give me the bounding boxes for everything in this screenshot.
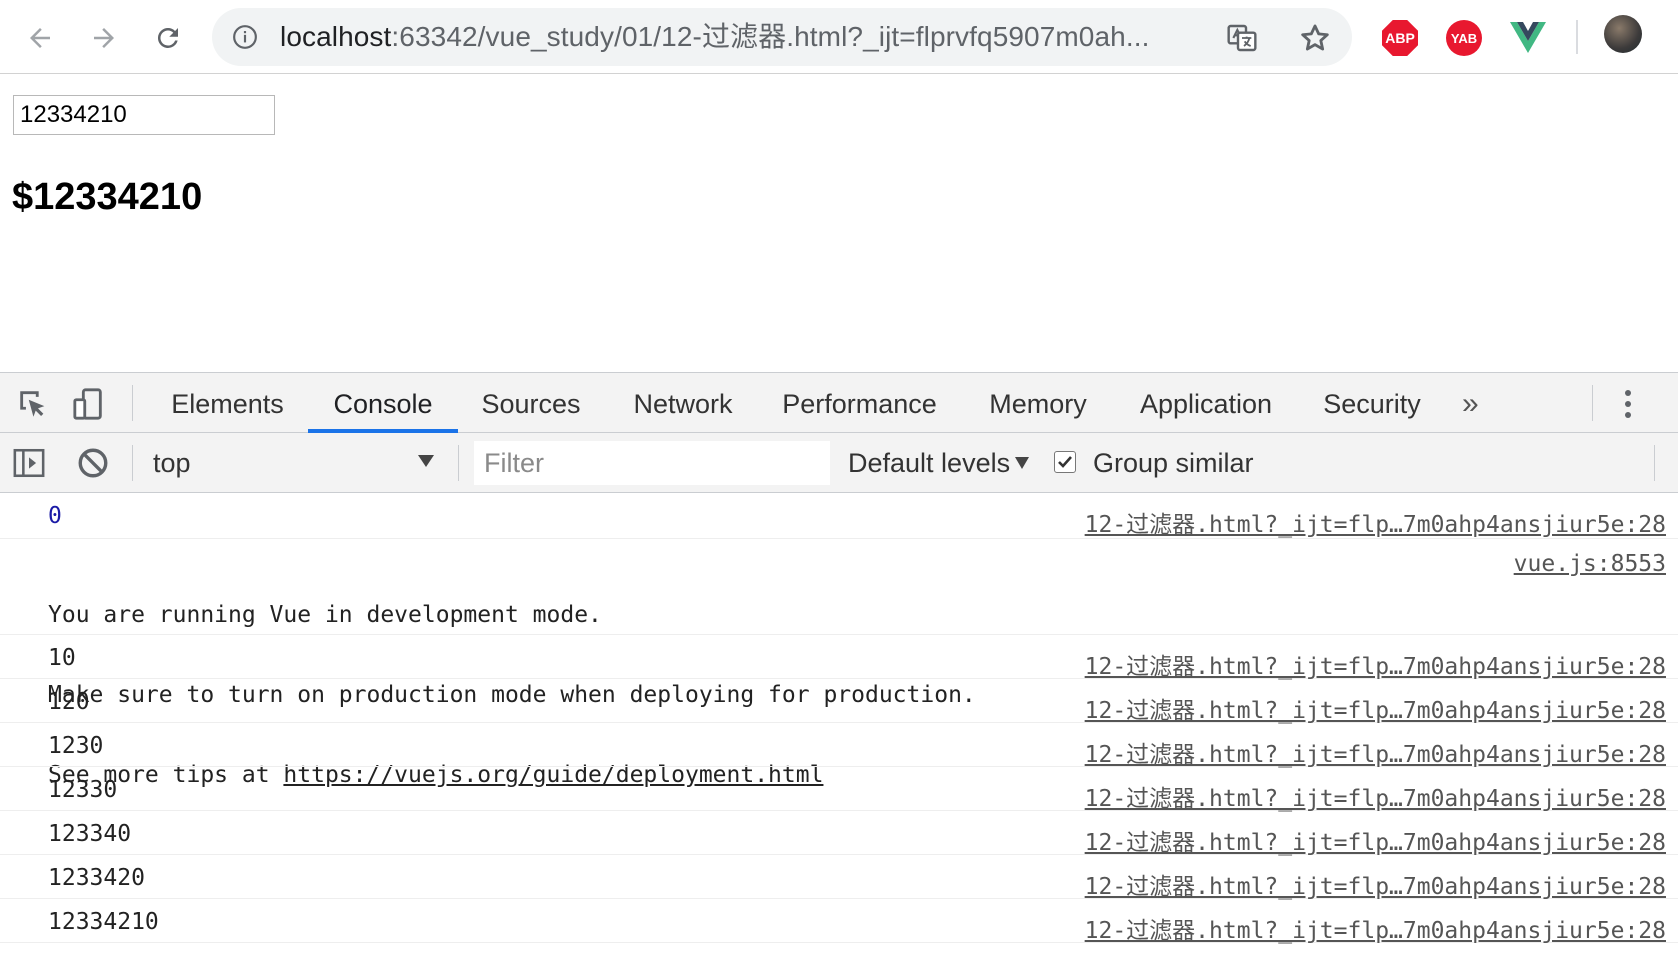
console-sidebar-toggle-icon[interactable] [12,446,46,480]
yab-extension[interactable]: YAB [1444,18,1484,58]
abp-icon: ABP [1382,20,1418,56]
tab-bar-separator-right [1592,385,1593,421]
console-messages: 0 12-过滤器.html?_ijt=flp…7m0ahp4ansjiur5e:… [0,493,1678,945]
forward-button[interactable] [84,18,124,58]
clear-console-icon[interactable] [76,446,110,480]
back-button[interactable] [20,18,60,58]
console-message: 0 [48,503,62,529]
reload-button[interactable] [148,18,188,58]
tab-elements[interactable]: Elements [160,373,295,433]
tab-application[interactable]: Application [1132,373,1280,433]
console-row: 1233420 12-过滤器.html?_ijt=flp…7m0ahp4ansj… [0,855,1678,901]
console-row: 120 12-过滤器.html?_ijt=flp…7m0ahp4ansjiur5… [0,679,1678,725]
console-filter-bar: top Default levels Group similar [0,433,1678,493]
console-filter-input[interactable] [474,441,830,485]
filter-bar-separator-2 [458,445,459,481]
tab-network[interactable]: Network [622,373,744,433]
console-row: 12334210 12-过滤器.html?_ijt=flp…7m0ahp4ans… [0,899,1678,945]
console-row: 123340 12-过滤器.html?_ijt=flp…7m0ahp4ansji… [0,811,1678,857]
console-message: 120 [48,689,90,715]
chevron-down-icon[interactable] [418,455,434,467]
vue-logo-icon [1510,22,1546,53]
tab-bar-separator [132,385,133,421]
source-link[interactable]: 12-过滤器.html?_ijt=flp…7m0ahp4ansjiur5e:28 [1085,647,1666,681]
adblock-plus-extension[interactable]: ABP [1380,18,1420,58]
browser-toolbar: localhost:63342/vue_study/01/12-过滤器.html… [0,0,1678,74]
source-link[interactable]: 12-过滤器.html?_ijt=flp…7m0ahp4ansjiur5e:28 [1085,823,1666,857]
source-link[interactable]: 12-过滤器.html?_ijt=flp…7m0ahp4ansjiur5e:28 [1085,867,1666,901]
source-link[interactable]: 12-过滤器.html?_ijt=flp…7m0ahp4ansjiur5e:28 [1085,911,1666,945]
device-toolbar-icon[interactable] [72,387,106,421]
yab-icon: YAB [1446,20,1482,56]
profile-avatar[interactable] [1604,15,1642,53]
arrow-left-icon [30,28,50,48]
devtools-menu-icon[interactable] [1622,389,1634,419]
toolbar-separator [1576,20,1578,54]
reload-icon [157,27,178,48]
filter-bar-separator [132,445,133,481]
console-row: 10 12-过滤器.html?_ijt=flp…7m0ahp4ansjiur5e… [0,635,1678,681]
log-levels-dropdown[interactable]: Default levels [848,433,1010,493]
console-message: 12330 [48,777,118,803]
url-text[interactable]: localhost:63342/vue_study/01/12-过滤器.html… [280,8,1149,66]
console-message: 1230 [48,733,104,759]
group-similar-checkbox[interactable] [1054,451,1076,473]
devtools-panel: Elements Console Sources Network Perform… [0,372,1678,956]
console-message: 12334210 [48,909,159,935]
source-link[interactable]: 12-过滤器.html?_ijt=flp…7m0ahp4ansjiur5e:28 [1085,691,1666,725]
bookmark-star-icon[interactable] [1298,21,1332,55]
source-link[interactable]: vue.js:8553 [1514,551,1666,577]
console-row: 0 12-过滤器.html?_ijt=flp…7m0ahp4ansjiur5e:… [0,493,1678,539]
console-message: 123340 [48,821,132,847]
console-message: 10 [48,645,76,671]
source-link[interactable]: 12-过滤器.html?_ijt=flp…7m0ahp4ansjiur5e:28 [1085,735,1666,769]
group-similar-label: Group similar [1093,448,1254,478]
tab-performance[interactable]: Performance [772,373,947,433]
tab-console[interactable]: Console [308,373,458,433]
arrow-right-icon [94,28,114,48]
checkmark-icon [1058,456,1072,468]
vue-devtools-extension[interactable] [1508,18,1548,58]
page-number-input[interactable] [13,95,275,135]
vue-message-line-1: You are running Vue in development mode. [48,602,602,628]
execution-context-select[interactable]: top [153,433,191,493]
info-icon[interactable] [232,24,258,50]
console-message: 1233420 [48,865,145,891]
url-host: localhost [280,21,392,52]
console-row: 12330 12-过滤器.html?_ijt=flp…7m0ahp4ansjiu… [0,767,1678,813]
console-row: 1230 12-过滤器.html?_ijt=flp…7m0ahp4ansjiur… [0,723,1678,769]
tab-sources[interactable]: Sources [470,373,592,433]
address-bar[interactable]: localhost:63342/vue_study/01/12-过滤器.html… [212,8,1352,66]
filter-bar-separator-right [1654,445,1655,481]
tab-memory[interactable]: Memory [982,373,1094,433]
devtools-tab-bar: Elements Console Sources Network Perform… [0,373,1678,433]
translate-icon[interactable] [1226,22,1258,54]
source-link[interactable]: 12-过滤器.html?_ijt=flp…7m0ahp4ansjiur5e:28 [1085,779,1666,813]
levels-chevron-down-icon[interactable] [1015,457,1029,469]
more-tabs-button[interactable]: » [1462,387,1479,421]
inspect-element-icon[interactable] [16,387,50,421]
tab-security[interactable]: Security [1318,373,1426,433]
filtered-output: $12334210 [12,176,203,218]
source-link[interactable]: 12-过滤器.html?_ijt=flp…7m0ahp4ansjiur5e:28 [1085,505,1666,539]
console-row-vue-warning: You are running Vue in development mode.… [0,539,1678,788]
url-path: :63342/vue_study/01/12-过滤器.html?_ijt=flp… [391,21,1150,52]
